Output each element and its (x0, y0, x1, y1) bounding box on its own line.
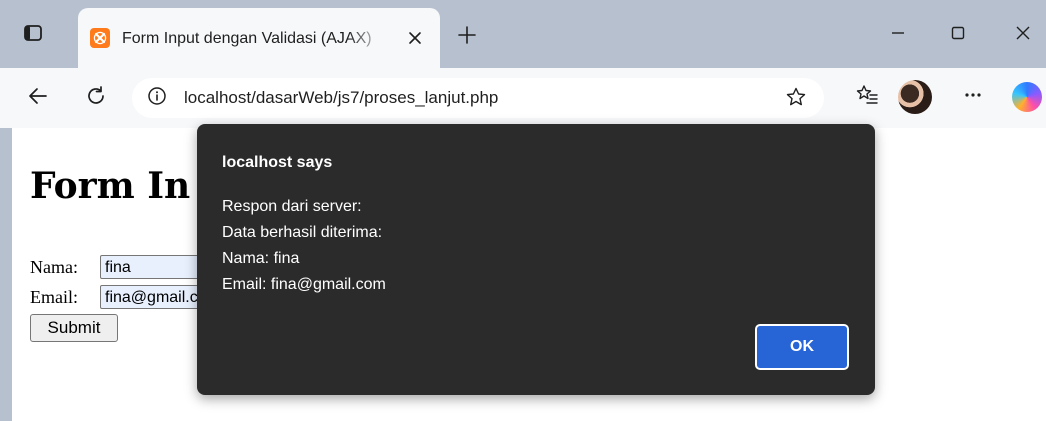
browser-window: Form Input dengan Validasi (AJAX) localh… (0, 0, 1046, 421)
profile-avatar[interactable] (898, 80, 932, 114)
plus-icon (457, 25, 477, 49)
xampp-favicon-icon (90, 28, 110, 48)
tab-title: Form Input dengan Validasi (AJAX) (122, 30, 372, 47)
site-info-button[interactable] (146, 87, 168, 109)
tab-close-button[interactable] (402, 26, 428, 52)
reload-icon (85, 85, 107, 111)
minimize-icon (890, 25, 906, 45)
dialog-message-line: Respon dari server: (222, 198, 362, 215)
url-text[interactable]: localhost/dasarWeb/js7/proses_lanjut.php (184, 87, 744, 109)
more-icon (963, 85, 983, 109)
info-icon (147, 86, 167, 110)
email-label: Email: (30, 287, 78, 307)
ok-button[interactable]: OK (755, 324, 849, 370)
nama-label: Nama: (30, 257, 78, 277)
copilot-button[interactable] (1006, 80, 1046, 114)
browser-toolbar: localhost/dasarWeb/js7/proses_lanjut.php (0, 68, 1046, 128)
active-tab[interactable]: Form Input dengan Validasi (AJAX) (78, 8, 440, 68)
window-close-button[interactable] (1000, 20, 1046, 50)
back-button[interactable] (22, 82, 54, 114)
dialog-message-line: Nama: fina (222, 250, 300, 267)
add-favorite-button[interactable] (782, 85, 810, 113)
dialog-message-line: Data berhasil diterima: (222, 224, 383, 241)
star-icon (785, 86, 807, 112)
maximize-button[interactable] (938, 20, 978, 50)
tab-actions-button[interactable] (18, 20, 48, 50)
tab-title-fade (348, 26, 386, 52)
submit-button[interactable]: Submit (30, 314, 118, 342)
favorites-list-icon (855, 83, 879, 111)
maximize-icon (950, 25, 966, 45)
alert-dialog: localhost says Respon dari server: Data … (197, 124, 875, 395)
close-icon (1015, 25, 1031, 45)
reload-button[interactable] (80, 82, 112, 114)
new-tab-button[interactable] (452, 22, 482, 52)
address-bar[interactable]: localhost/dasarWeb/js7/proses_lanjut.php (132, 78, 824, 118)
tab-panel-icon (23, 23, 43, 47)
settings-and-more-button[interactable] (958, 82, 988, 112)
title-bar: Form Input dengan Validasi (AJAX) (0, 0, 1046, 68)
window-left-edge (0, 128, 12, 421)
dialog-message-line: Email: fina@gmail.com (222, 276, 386, 293)
close-icon (408, 30, 422, 49)
minimize-button[interactable] (878, 20, 918, 50)
arrow-left-icon (27, 85, 49, 111)
copilot-icon (1012, 82, 1042, 112)
dialog-title: localhost says (222, 154, 333, 171)
favorites-button[interactable] (852, 82, 882, 112)
page-heading: Form In (30, 165, 191, 207)
